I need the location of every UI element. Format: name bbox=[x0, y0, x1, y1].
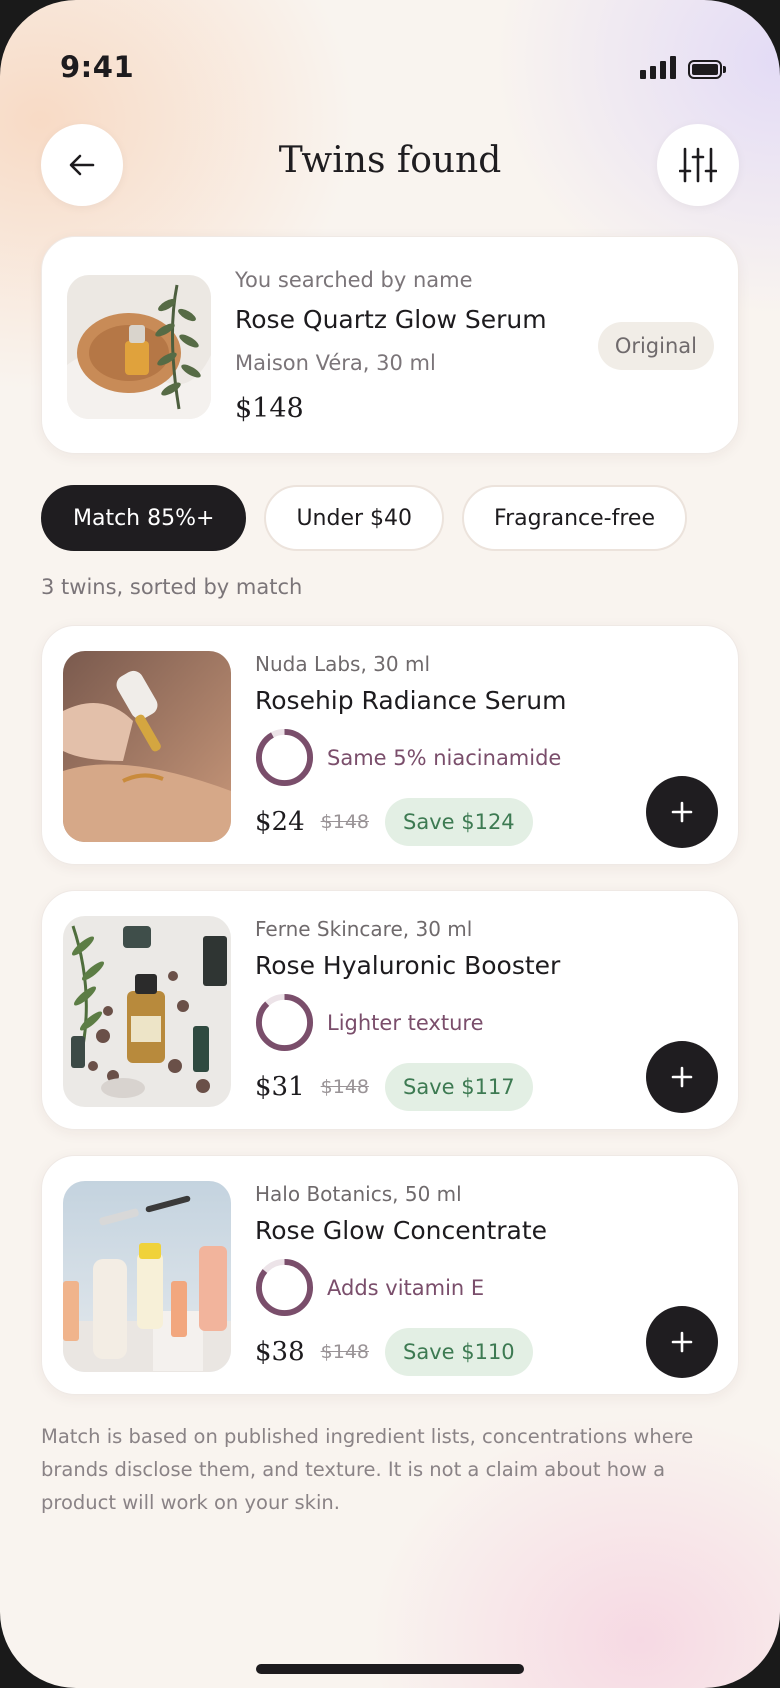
twin-card[interactable]: Nuda Labs, 30 ml Rosehip Radiance Serum … bbox=[41, 625, 739, 865]
twin-note: Adds vitamin E bbox=[327, 1275, 485, 1300]
original-product-image bbox=[67, 275, 211, 419]
twin-original-price: $148 bbox=[320, 1341, 369, 1363]
twin-name: Rosehip Radiance Serum bbox=[255, 686, 567, 715]
search-method-label: You searched by name bbox=[235, 268, 473, 292]
chip-under-40[interactable]: Under $40 bbox=[264, 485, 445, 551]
twin-original-price: $148 bbox=[320, 811, 369, 833]
twin-price: $24 bbox=[255, 807, 305, 837]
twin-note: Same 5% niacinamide bbox=[327, 745, 562, 770]
original-product-card[interactable]: You searched by name Rose Quartz Glow Se… bbox=[41, 236, 739, 454]
add-button[interactable] bbox=[646, 1041, 718, 1113]
twin-original-price: $148 bbox=[320, 1076, 369, 1098]
chip-fragrance-free[interactable]: Fragrance-free bbox=[462, 485, 687, 551]
original-badge: Original bbox=[597, 322, 714, 370]
twin-match-row: Same 5% niacinamide bbox=[255, 728, 561, 787]
status-time: 9:41 bbox=[60, 50, 135, 84]
twin-brand: Halo Botanics, 50 ml bbox=[255, 1182, 462, 1206]
save-badge: Save $110 bbox=[385, 1328, 533, 1376]
results-summary: 3 twins, sorted by match bbox=[41, 575, 303, 599]
save-badge: Save $117 bbox=[385, 1063, 533, 1111]
twin-card[interactable]: Ferne Skincare, 30 ml Rose Hyaluronic Bo… bbox=[41, 890, 739, 1130]
twin-match-row: Adds vitamin E bbox=[255, 1258, 484, 1317]
original-product-price: $148 bbox=[235, 393, 304, 424]
match-disclaimer: Match is based on published ingredient l… bbox=[41, 1425, 694, 1514]
filter-button[interactable] bbox=[657, 124, 739, 206]
add-button[interactable] bbox=[646, 1306, 718, 1378]
twin-price: $38 bbox=[255, 1337, 305, 1367]
twin-price-row: $38 $148 Save $110 bbox=[255, 1328, 533, 1376]
twin-product-image bbox=[63, 651, 231, 842]
match-ring bbox=[255, 993, 314, 1052]
twin-brand: Nuda Labs, 30 ml bbox=[255, 652, 431, 676]
twin-note: Lighter texture bbox=[327, 1010, 484, 1035]
twin-product-image bbox=[63, 916, 231, 1107]
original-product-name: Rose Quartz Glow Serum bbox=[235, 305, 547, 334]
original-product-brand: Maison Véra, 30 ml bbox=[235, 351, 436, 375]
phone-screen: 9:41 Twins found You searched by name Ro… bbox=[0, 0, 780, 1688]
match-ring bbox=[255, 728, 314, 787]
twin-product-image bbox=[63, 1181, 231, 1372]
twin-name: Rose Glow Concentrate bbox=[255, 1216, 548, 1245]
twin-price-row: $31 $148 Save $117 bbox=[255, 1063, 533, 1111]
add-button[interactable] bbox=[646, 776, 718, 848]
plus-icon bbox=[671, 801, 693, 823]
twin-name: Rose Hyaluronic Booster bbox=[255, 951, 561, 980]
match-ring bbox=[255, 1258, 314, 1317]
status-icons bbox=[640, 55, 726, 79]
chip-match-85[interactable]: Match 85%+ bbox=[41, 485, 247, 551]
plus-icon bbox=[671, 1066, 693, 1088]
twin-brand: Ferne Skincare, 30 ml bbox=[255, 917, 473, 941]
twin-card[interactable]: Halo Botanics, 50 ml Rose Glow Concentra… bbox=[41, 1155, 739, 1395]
save-badge: Save $124 bbox=[385, 798, 533, 846]
sliders-icon bbox=[679, 147, 717, 183]
home-indicator[interactable] bbox=[256, 1664, 524, 1674]
twin-match-row: Lighter texture bbox=[255, 993, 484, 1052]
battery-icon bbox=[688, 60, 726, 79]
signal-icon bbox=[640, 55, 676, 79]
plus-icon bbox=[671, 1331, 693, 1353]
filter-chips: Match 85%+ Under $40 Fragrance-free bbox=[41, 485, 687, 551]
twin-price: $31 bbox=[255, 1072, 305, 1102]
twin-price-row: $24 $148 Save $124 bbox=[255, 798, 533, 846]
